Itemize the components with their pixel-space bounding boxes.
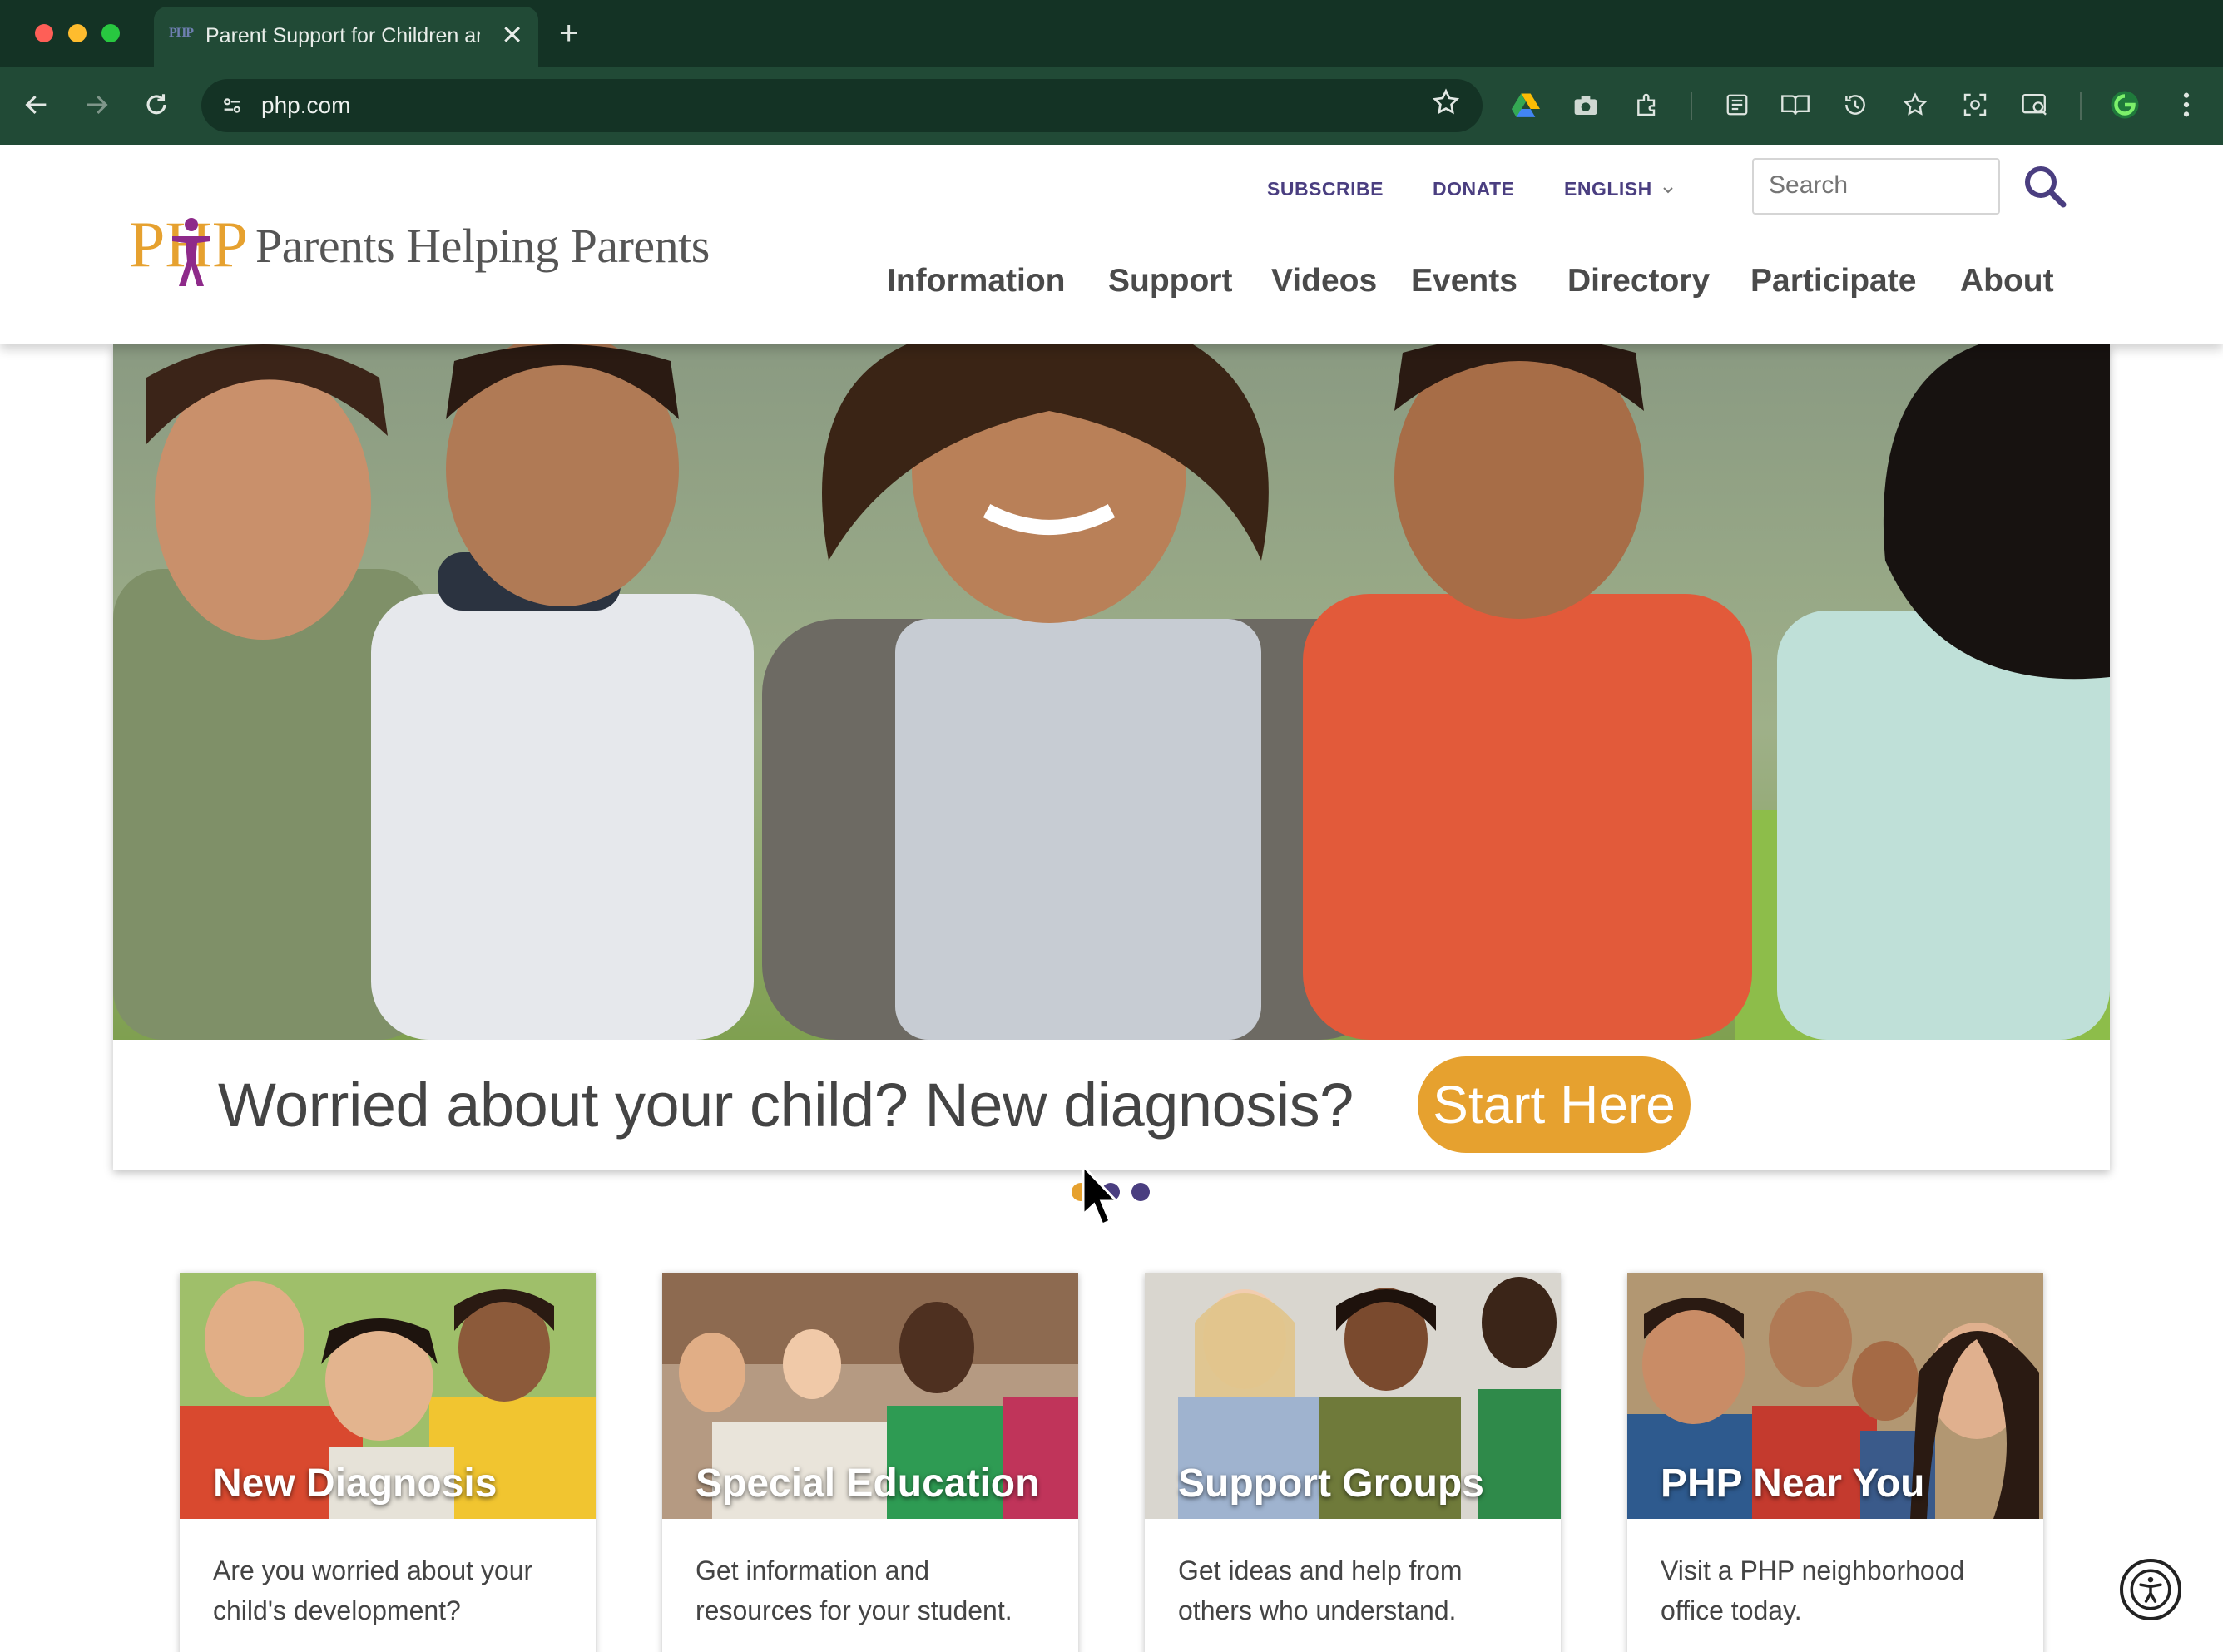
nav-videos[interactable]: Videos [1271, 263, 1377, 299]
card-description: Get ideas and help from others who under… [1178, 1556, 1463, 1625]
search-input[interactable] [1767, 160, 1978, 211]
reading-list-icon[interactable] [1719, 87, 1755, 123]
language-label: ENGLISH [1564, 178, 1652, 200]
extensions-puzzle-icon[interactable] [1629, 87, 1666, 123]
tab-title: Parent Support for Children and Families [205, 24, 480, 47]
close-window-button[interactable] [35, 24, 53, 42]
site-logo[interactable]: PHP Parents Helping Parents [129, 206, 710, 289]
php-logo-icon: PHP [129, 208, 248, 286]
card-support-groups[interactable]: Support Groups Get ideas and help from o… [1145, 1273, 1561, 1652]
accessibility-button[interactable] [2120, 1559, 2181, 1620]
accessibility-icon [2130, 1569, 2171, 1610]
nav-support[interactable]: Support [1108, 263, 1232, 299]
hero-slider[interactable]: Worried about your child? New diagnosis?… [113, 344, 2110, 1170]
language-selector[interactable]: ENGLISH [1564, 178, 1675, 200]
browser-tabstrip: PHP Parent Support for Children and Fami… [0, 0, 2223, 67]
nav-directory[interactable]: Directory [1567, 263, 1710, 299]
tab-favicon-icon: PHP [169, 26, 194, 40]
hero-image [113, 344, 2110, 1040]
new-tab-button[interactable]: + [559, 13, 578, 53]
chevron-down-icon [1662, 187, 1673, 194]
nav-information[interactable]: Information [887, 263, 1065, 299]
active-tab[interactable]: PHP Parent Support for Children and Fami… [154, 7, 538, 67]
hero-caption: Worried about your child? New diagnosis?… [113, 1040, 2110, 1170]
start-here-button[interactable]: Start Here [1418, 1056, 1691, 1153]
donate-link[interactable]: DONATE [1433, 178, 1514, 200]
nav-about[interactable]: About [1960, 263, 2054, 299]
toolbar-separator [2080, 92, 2082, 120]
google-drive-icon[interactable] [1508, 87, 1544, 123]
screenshot-icon[interactable] [1957, 87, 1993, 123]
card-title: PHP Near You [1661, 1462, 1925, 1506]
bookmarks-icon[interactable] [1897, 87, 1933, 123]
browser-toolbar: php.com [0, 67, 2223, 145]
reader-mode-icon[interactable] [1777, 87, 1814, 123]
card-new-diagnosis[interactable]: New Diagnosis Are you worried about your… [180, 1273, 596, 1652]
search-button[interactable] [2022, 163, 2068, 210]
card-description: Visit a PHP neighborhood office today. [1661, 1556, 1965, 1625]
card-title: New Diagnosis [213, 1462, 498, 1506]
maximize-window-button[interactable] [101, 24, 120, 42]
subscribe-link[interactable]: SUBSCRIBE [1267, 178, 1384, 200]
history-icon[interactable] [1837, 87, 1874, 123]
url-text: php.com [261, 92, 351, 118]
address-bar[interactable]: php.com [201, 79, 1483, 132]
slider-dot-3[interactable] [1131, 1183, 1150, 1201]
card-php-near-you[interactable]: PHP Near You Visit a PHP neighborhood of… [1627, 1273, 2043, 1652]
card-title: Support Groups [1178, 1462, 1484, 1506]
tab-close-icon[interactable]: ✕ [501, 18, 523, 52]
card-special-education[interactable]: Special Education Get information and re… [662, 1273, 1078, 1652]
back-icon[interactable] [17, 85, 57, 125]
mouse-cursor-icon [1082, 1163, 1120, 1226]
search-icon [2025, 166, 2067, 208]
search-field[interactable] [1752, 158, 2000, 215]
site-header: PHP Parents Helping Parents SUBSCRIBE DO… [0, 145, 2223, 344]
toolbar-separator [1691, 92, 1692, 120]
card-description: Get information and resources for your s… [696, 1556, 1012, 1625]
card-description: Are you worried about your child's devel… [213, 1556, 533, 1625]
nav-events[interactable]: Events [1411, 263, 1517, 299]
menu-kebab-icon[interactable] [2168, 87, 2205, 123]
card-title: Special Education [696, 1462, 1040, 1506]
logo-text: Parents Helping Parents [255, 219, 710, 273]
profile-avatar-icon[interactable] [2107, 87, 2143, 123]
forward-icon[interactable] [77, 85, 116, 125]
minimize-window-button[interactable] [68, 24, 87, 42]
search-tabs-icon[interactable] [2017, 87, 2053, 123]
web-page: PHP Parents Helping Parents SUBSCRIBE DO… [0, 145, 2223, 1652]
camera-icon[interactable] [1567, 87, 1604, 123]
bookmark-star-icon[interactable] [1431, 87, 1461, 125]
reload-icon[interactable] [136, 85, 176, 125]
hero-caption-text: Worried about your child? New diagnosis? [218, 1071, 1354, 1140]
site-settings-icon[interactable] [216, 90, 248, 121]
nav-participate[interactable]: Participate [1750, 263, 1916, 299]
